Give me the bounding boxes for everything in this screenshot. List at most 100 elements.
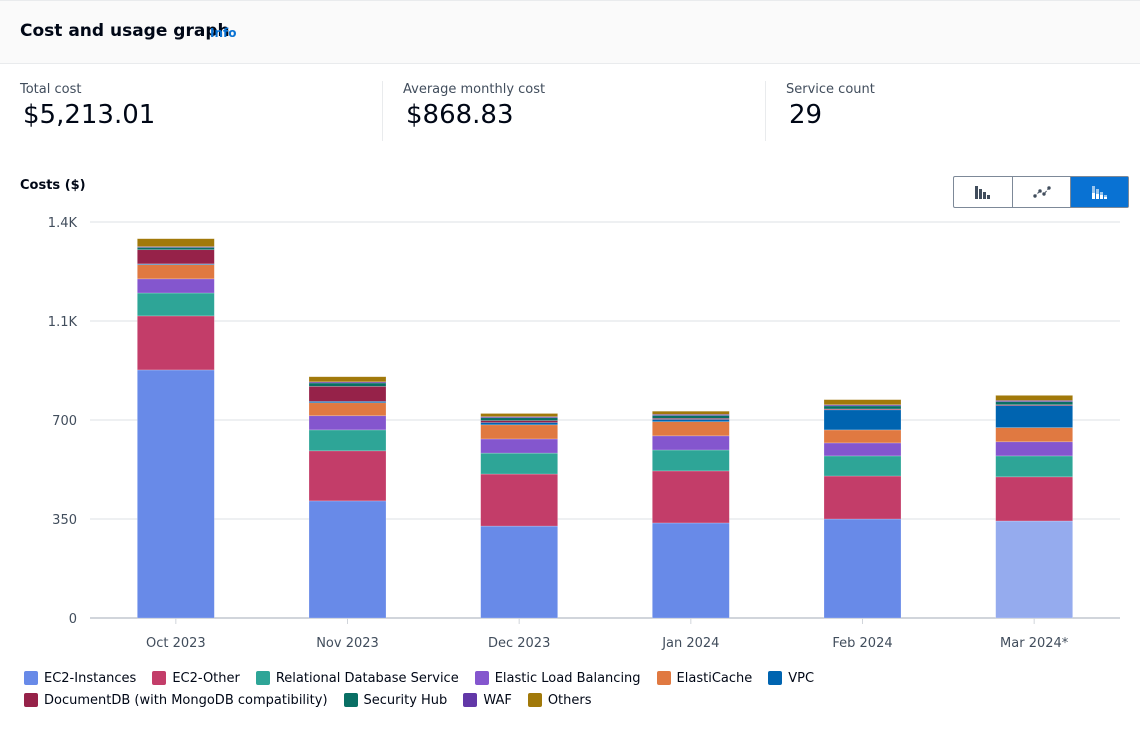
- bar-segment-documentdb-with-mongodb-compatibility[interactable]: [308, 386, 387, 402]
- bar-segment-relational-database-service[interactable]: [652, 449, 730, 472]
- bar-segment-others[interactable]: [480, 413, 558, 417]
- legend-swatch: [343, 693, 358, 707]
- kpi-service-count: Service count 29: [786, 82, 875, 140]
- y-tick-label: 700: [52, 414, 77, 429]
- bar-segment-ec2-instances[interactable]: [823, 518, 902, 619]
- bar-segment-security-hub[interactable]: [480, 417, 558, 421]
- bar-segment-relational-database-service[interactable]: [480, 452, 558, 475]
- bar-segment-others[interactable]: [995, 395, 1073, 401]
- bar-segment-elasticache[interactable]: [480, 424, 558, 440]
- legend-swatch: [768, 671, 783, 685]
- bar-segment-ec2-instances[interactable]: [308, 500, 387, 619]
- legend-item[interactable]: Security Hub: [343, 692, 447, 708]
- legend-label: VPC: [788, 670, 815, 686]
- bar-segment-others[interactable]: [137, 238, 215, 247]
- bar-segment-relational-database-service[interactable]: [823, 455, 902, 477]
- bar-segment-relational-database-service[interactable]: [995, 455, 1073, 478]
- bar-segment-ec2-other[interactable]: [823, 475, 902, 520]
- legend-label: Elastic Load Balancing: [494, 670, 641, 686]
- bar-segment-relational-database-service[interactable]: [308, 429, 387, 452]
- bar-segment-elastic-load-balancing[interactable]: [995, 441, 1073, 457]
- bar-segment-elastic-load-balancing[interactable]: [823, 442, 902, 457]
- legend-label: WAF: [483, 692, 512, 708]
- bar-segment-ec2-instances[interactable]: [995, 520, 1073, 619]
- kpi-label: Total cost: [20, 82, 82, 97]
- legend-item[interactable]: ElastiCache: [656, 670, 753, 686]
- bar-segment-ec2-instances[interactable]: [652, 522, 730, 619]
- chart-legend: EC2-Instances EC2-Other Relational Databas…: [24, 670, 1124, 708]
- bar-segment-elastic-load-balancing[interactable]: [308, 415, 387, 431]
- legend-item[interactable]: EC2-Instances: [24, 670, 136, 686]
- bar-segment-ec2-other[interactable]: [137, 315, 215, 371]
- legend-swatch: [24, 693, 38, 707]
- kpi-total-cost: Total cost $5,213.01: [20, 82, 155, 140]
- kpi-label: Average monthly cost: [403, 82, 546, 97]
- x-tick-label: Nov 2023: [316, 636, 379, 651]
- bar-segment-others[interactable]: [308, 376, 387, 383]
- legend-swatch: [24, 671, 38, 685]
- bar-segment-security-hub[interactable]: [652, 415, 730, 419]
- bar-segment-ec2-other[interactable]: [652, 470, 730, 524]
- legend-item[interactable]: WAF: [463, 692, 512, 708]
- legend-swatch: [474, 671, 489, 685]
- bar-chart-button[interactable]: [954, 177, 1012, 207]
- bar-segment-ec2-other[interactable]: [995, 476, 1073, 522]
- chart-type-toggle: [953, 176, 1129, 208]
- kpi-value: $868.83: [406, 100, 514, 130]
- y-tick-label: 350: [52, 513, 77, 528]
- legend-swatch: [255, 671, 270, 685]
- bar-segment-elastic-load-balancing[interactable]: [652, 435, 730, 451]
- y-tick-label: 1.1K: [48, 315, 78, 330]
- bar-segment-vpc[interactable]: [823, 409, 902, 431]
- bar-segment-elastic-load-balancing[interactable]: [480, 438, 558, 454]
- bar-segment-elasticache[interactable]: [652, 421, 730, 437]
- x-tick-label: Oct 2023: [146, 636, 206, 651]
- stacked-bar-chart-icon: [1091, 186, 1107, 199]
- bar-segment-security-hub[interactable]: [308, 382, 387, 387]
- bar-segment-elasticache[interactable]: [995, 427, 1073, 443]
- legend-item[interactable]: DocumentDB (with MongoDB compatibility): [24, 692, 328, 708]
- legend-item[interactable]: Relational Database Service: [255, 670, 459, 686]
- y-tick-label: 1.4K: [48, 216, 78, 231]
- stacked-bar-chart: 0 350 700 1.1K 1.4K Oct 2023 Nov 2023 Dec 2023 J…: [48, 216, 1120, 651]
- legend-swatch: [463, 693, 478, 707]
- legend-item[interactable]: EC2-Other: [152, 670, 240, 686]
- legend-swatch: [527, 693, 542, 707]
- divider: [765, 81, 766, 141]
- kpi-value: $5,213.01: [23, 100, 156, 130]
- bar-chart-icon: [975, 186, 990, 199]
- bar-segment-ec2-other[interactable]: [480, 473, 558, 527]
- bar-segment-security-hub[interactable]: [995, 401, 1073, 406]
- bar-segment-others[interactable]: [823, 399, 902, 406]
- info-link[interactable]: Info: [210, 26, 236, 40]
- bar-segment-ec2-other[interactable]: [308, 450, 387, 502]
- legend-label: ElastiCache: [676, 670, 753, 686]
- bar-segment-relational-database-service[interactable]: [137, 292, 215, 317]
- stacked-bar-chart-button[interactable]: [1070, 177, 1128, 207]
- bar-segment-ec2-instances[interactable]: [137, 369, 215, 619]
- bar-segment-elasticache[interactable]: [137, 264, 215, 280]
- bar-segment-elasticache[interactable]: [308, 402, 387, 417]
- line-chart-button[interactable]: [1012, 177, 1070, 207]
- bar-segment-security-hub[interactable]: [137, 247, 215, 251]
- bar-segment-elastic-load-balancing[interactable]: [137, 278, 215, 294]
- bar-segment-elasticache[interactable]: [823, 429, 902, 444]
- legend-item[interactable]: Others: [527, 692, 592, 708]
- bar-segment-ec2-instances[interactable]: [480, 525, 558, 619]
- bar-segment-security-hub[interactable]: [823, 405, 902, 410]
- legend-label: DocumentDB (with MongoDB compatibility): [44, 692, 328, 708]
- x-tick-label: Mar 2024*: [1000, 636, 1069, 651]
- x-tick-label: Dec 2023: [488, 636, 550, 651]
- legend-item[interactable]: Elastic Load Balancing: [474, 670, 641, 686]
- legend-item[interactable]: VPC: [768, 670, 814, 686]
- bar-segment-others[interactable]: [652, 410, 730, 415]
- panel-title: Cost and usage graph: [20, 21, 230, 41]
- y-axis-title: Costs ($): [20, 178, 86, 193]
- bar-segment-vpc[interactable]: [995, 405, 1073, 428]
- legend-swatch: [152, 671, 167, 685]
- divider: [382, 81, 383, 141]
- bar-segment-documentdb-with-mongodb-compatibility[interactable]: [137, 249, 215, 265]
- bar-segment-vpc[interactable]: [480, 422, 558, 426]
- panel-header: Cost and usage graph Info: [0, 0, 1140, 64]
- bar-segment-vpc[interactable]: [652, 419, 730, 422]
